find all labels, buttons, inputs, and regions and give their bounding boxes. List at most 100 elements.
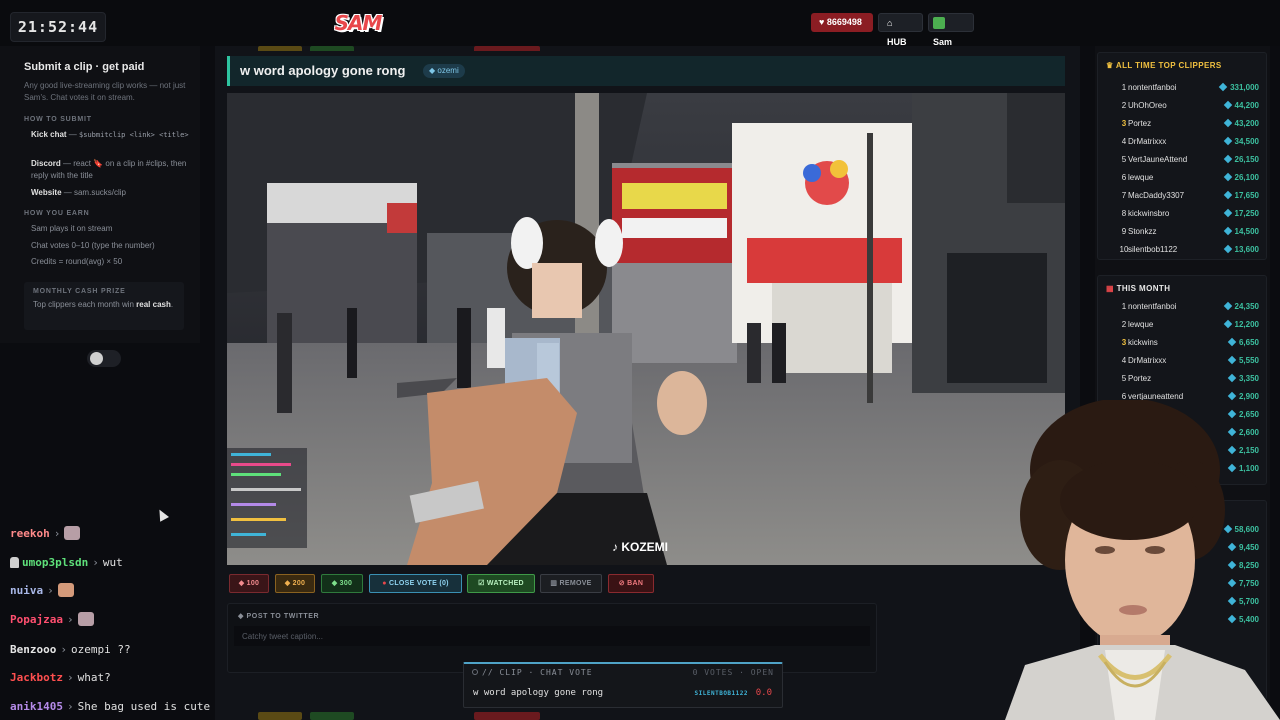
status-chip	[258, 712, 302, 720]
leaderboard-row[interactable]: 7 MacDaddy3307 17,650	[1098, 187, 1268, 205]
award-200-button[interactable]: ◆ 200	[275, 574, 315, 593]
status-chip	[310, 46, 354, 51]
leaderboard-row[interactable]: 2 UhOhOreo 44,200	[1098, 97, 1268, 115]
chat-username[interactable]: Popajzaa	[10, 613, 63, 626]
leaderboard-row[interactable]: 3 kickwins 6,650	[1098, 334, 1268, 352]
monthly-prize-box: MONTHLY CASH PRIZE Top clippers each mon…	[24, 282, 184, 330]
video-frame	[227, 93, 1065, 565]
chat-username[interactable]: Benzooo	[10, 643, 56, 656]
panel-toggle[interactable]	[87, 350, 121, 367]
clipper-score: 17,250	[1234, 209, 1259, 218]
leaderboard-row[interactable]: 3 Portez 43,200	[1098, 115, 1268, 133]
website-text[interactable]: — sam.sucks/clip	[62, 188, 126, 197]
submit-clip-title: Submit a clip · get paid	[24, 61, 145, 73]
award-300-label: 300	[339, 580, 353, 587]
chat-username[interactable]: nuiva	[10, 584, 43, 597]
clipper-name: kickwinsbro	[1128, 209, 1170, 218]
watched-button[interactable]: ☑ WATCHED	[467, 574, 535, 593]
chat-message: reekoh ›	[10, 524, 81, 544]
ban-button[interactable]: ⊘ BAN	[608, 574, 654, 593]
streamer-webcam	[1005, 400, 1280, 720]
leaderboard-row[interactable]: 1 nontentfanboi 24,350	[1098, 298, 1268, 316]
clipper-score: 17,650	[1234, 191, 1259, 200]
clip-source-tag[interactable]: ◆ ozemi	[423, 64, 465, 78]
heart-icon: ♥	[819, 17, 825, 27]
leaderboard-row[interactable]: 5 Portez 3,350	[1098, 370, 1268, 388]
award-200-label: 200	[292, 580, 306, 587]
chat-text: She bag used is cute	[77, 700, 211, 713]
chat-vote-overlay: // CLIP · CHAT VOTE 0 VOTES · OPEN w wor…	[463, 662, 783, 708]
calendar-icon: ▦	[1106, 284, 1117, 293]
user-badge-icon	[10, 556, 19, 568]
how-you-earn-heading: HOW YOU EARN	[24, 210, 90, 217]
gem-icon	[1223, 301, 1232, 311]
cat-emote-icon	[64, 526, 81, 540]
cat-emote-icon	[77, 612, 94, 626]
top-bar: 21:52:44 SAM SUCKS ♥ 8669498 ⌂ HUB Sam	[0, 0, 1280, 69]
clip-video-player[interactable]	[227, 93, 1065, 565]
avatar	[933, 16, 945, 29]
clipper-name: DrMatrixxx	[1128, 356, 1167, 365]
chat-username[interactable]: reekoh	[10, 527, 50, 540]
leaderboard-row[interactable]: 9 Stonkzz 14,500	[1098, 223, 1268, 241]
leaderboard-row[interactable]: 4 DrMatrixxx 34,500	[1098, 133, 1268, 151]
video-watermark: ♪ KOZEMI	[612, 540, 668, 554]
tweet-caption-input[interactable]	[234, 626, 870, 646]
gem-icon	[1223, 172, 1232, 182]
award-100-button[interactable]: ◆ 100	[229, 574, 269, 593]
leaderboard-row[interactable]: 5 VertJauneAttend 26,150	[1098, 151, 1268, 169]
gem-icon: ◆	[331, 580, 340, 587]
kick-chat-label: Kick chat	[31, 130, 67, 139]
previous-clip-strip	[228, 46, 688, 51]
earn-step: Sam plays it on stream	[31, 224, 113, 233]
award-300-button[interactable]: ◆ 300	[321, 574, 363, 593]
leaderboard-row[interactable]: 4 DrMatrixxx 5,550	[1098, 352, 1268, 370]
gems-counter[interactable]: ♥ 8669498	[811, 13, 873, 32]
clipper-name: UhOhOreo	[1128, 101, 1167, 110]
chevron-right-icon: ›	[60, 643, 67, 656]
leaderboard-row[interactable]: 6 lewque 26,100	[1098, 169, 1268, 187]
site-logo[interactable]: SAM SUCKS	[306, 6, 410, 69]
hub-button[interactable]: ⌂ HUB	[878, 13, 923, 47]
clipper-name: MacDaddy3307	[1128, 191, 1185, 200]
chat-text: wut	[102, 556, 123, 569]
webcam-frame	[1005, 400, 1280, 720]
remove-button[interactable]: ▥ REMOVE	[540, 574, 602, 593]
clipper-score: 24,350	[1234, 302, 1259, 311]
chat-username[interactable]: Jackbotz	[10, 671, 63, 684]
earn-step: Chat votes 0–10 (type the number)	[31, 241, 155, 250]
leaderboard-row[interactable]: 2 lewque 12,200	[1098, 316, 1268, 334]
earn-step: Credits = round(avg) × 50	[31, 257, 123, 266]
gem-icon	[1223, 208, 1232, 218]
submit-clip-description: Any good live-streaming clip works — not…	[24, 81, 186, 102]
clipper-name: silentbob1122	[1128, 245, 1178, 254]
clipper-score: 43,200	[1234, 119, 1259, 128]
clipper-name: lewque	[1128, 173, 1154, 182]
chevron-right-icon: ›	[66, 613, 74, 626]
vote-status: 0 VOTES · OPEN	[692, 668, 774, 677]
leaderboard-row[interactable]: 10 silentbob1122 13,600	[1098, 241, 1268, 259]
checkbox-icon: ☑	[478, 580, 487, 587]
gem-icon	[1227, 337, 1237, 347]
user-menu-button[interactable]: Sam	[928, 13, 974, 47]
leaderboard-row[interactable]: 8 kickwinsbro 17,250	[1098, 205, 1268, 223]
trophy-icon: ♛	[1106, 61, 1116, 70]
chat-message: nuiva ›	[10, 581, 74, 601]
clipper-name: Portez	[1128, 374, 1152, 383]
chat-username[interactable]: anik1405	[10, 700, 63, 713]
status-chip	[310, 712, 354, 720]
prize-end: .	[170, 300, 174, 309]
monthly-title: THIS MONTH	[1116, 284, 1171, 293]
face-emote-icon	[57, 583, 74, 597]
watched-label: WATCHED	[486, 580, 524, 587]
discord-instruction: Discord — react 🔖 on a clip in #clips, t…	[31, 158, 191, 182]
all-time-title: ALL TIME TOP CLIPPERS	[1115, 61, 1222, 70]
chat-message: Popajzaa ›	[10, 610, 94, 630]
close-vote-label: CLOSE VOTE (0)	[388, 580, 449, 587]
clip-source-label: ozemi	[437, 66, 459, 75]
status-chip	[474, 712, 540, 720]
clipper-name: DrMatrixxx	[1128, 137, 1167, 146]
leaderboard-row[interactable]: 1 nontentfanboi 331,000	[1098, 79, 1268, 97]
close-vote-button[interactable]: ● CLOSE VOTE (0)	[369, 574, 462, 593]
chat-username[interactable]: umop3plsdn	[22, 556, 88, 569]
